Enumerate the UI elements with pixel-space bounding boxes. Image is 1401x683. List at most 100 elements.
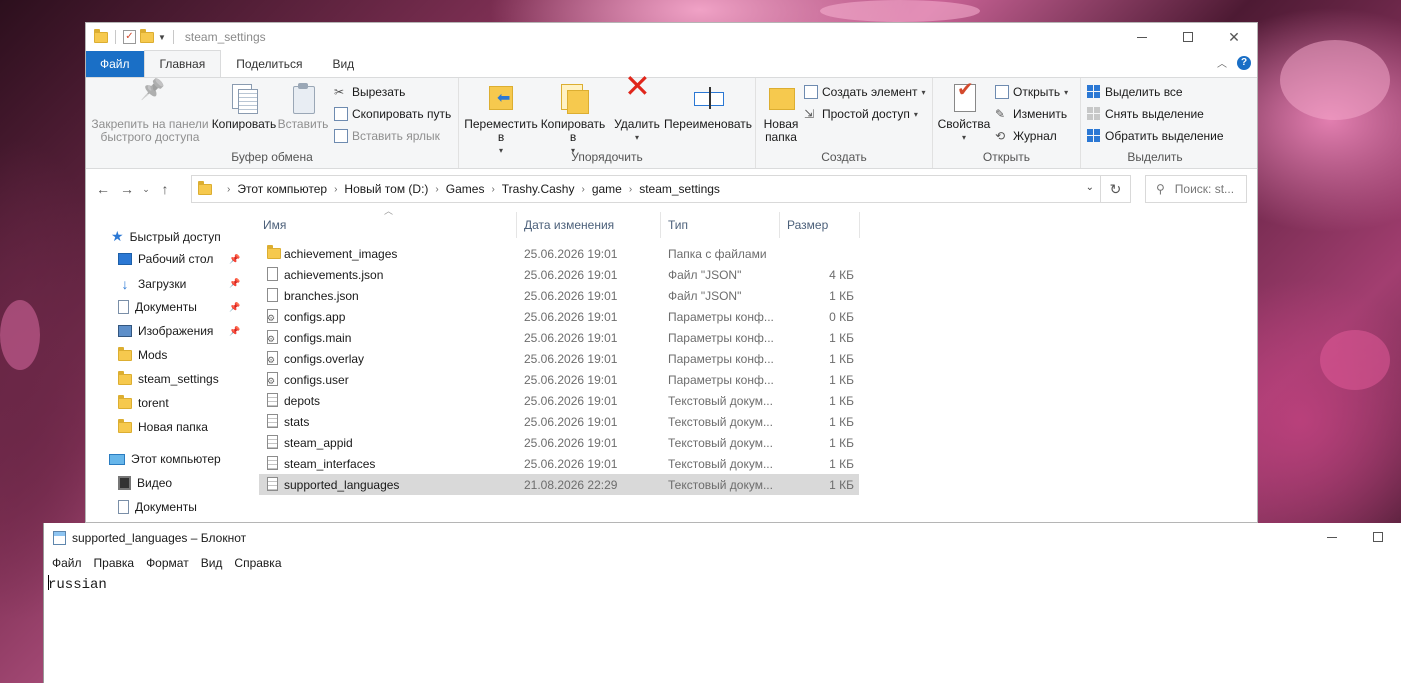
select-all-button[interactable]: Выделить все — [1087, 85, 1183, 99]
collapse-ribbon-icon[interactable]: ︿ — [1217, 55, 1227, 70]
table-row[interactable]: configs.app 25.06.2026 19:01 Параметры кон… — [259, 306, 859, 327]
nav-item-downloads[interactable]: ↓ Загрузки — [118, 276, 187, 292]
column-divider[interactable] — [859, 212, 860, 238]
search-input[interactable]: ⚲ Поиск: st... — [1145, 175, 1247, 203]
tab-home[interactable]: Главная — [143, 50, 222, 77]
select-none-button[interactable]: Снять выделение — [1087, 107, 1204, 121]
nav-item-pictures[interactable]: Изображения — [118, 324, 213, 338]
table-row[interactable]: achievements.json 25.06.2026 19:01 Файл "J… — [259, 264, 859, 285]
breadcrumb-games[interactable]: Games — [446, 182, 485, 196]
easy-access-button[interactable]: ⇲ Простой доступ ▾ — [804, 107, 918, 121]
menu-file[interactable]: Файл — [46, 556, 88, 570]
menu-view[interactable]: Вид — [195, 556, 229, 570]
column-header-size[interactable]: Размер — [783, 212, 858, 238]
table-row[interactable]: configs.overlay 25.06.2026 19:01 Параметры… — [259, 348, 859, 369]
breadcrumb-separator-icon[interactable]: › — [491, 184, 494, 195]
table-row[interactable]: configs.user 25.06.2026 19:01 Параметры ко… — [259, 369, 859, 390]
maximize-button[interactable] — [1165, 23, 1211, 51]
select-all-label: Выделить все — [1105, 85, 1183, 99]
breadcrumb-separator-icon[interactable]: › — [435, 184, 438, 195]
new-item-button[interactable]: Создать элемент ▾ — [804, 85, 926, 99]
nav-item-pc-documents[interactable]: Документы — [118, 500, 197, 514]
nav-quick-access-label: Быстрый доступ — [129, 229, 221, 244]
back-arrow-icon[interactable]: ← — [91, 181, 115, 197]
breadcrumb-this-pc[interactable]: Этот компьютер — [237, 182, 327, 196]
customize-qat-dropdown-icon[interactable]: ▼ — [158, 33, 166, 42]
cut-button[interactable]: ✂ Вырезать — [334, 85, 405, 99]
refresh-button[interactable]: ↻ — [1101, 175, 1131, 203]
breadcrumb-separator-icon[interactable]: › — [581, 184, 584, 195]
paste-shortcut-button[interactable]: Вставить ярлык — [334, 129, 440, 143]
nav-quick-access[interactable]: ★ Быстрый доступ — [111, 228, 221, 245]
file-name: supported_languages — [284, 477, 400, 492]
select-none-label: Снять выделение — [1105, 107, 1204, 121]
recent-locations-dropdown-icon[interactable]: ⌄ — [139, 184, 153, 195]
new-folder-qat-icon[interactable] — [140, 28, 154, 43]
notepad-maximize-button[interactable] — [1355, 523, 1401, 551]
menu-format[interactable]: Формат — [140, 556, 195, 570]
table-row[interactable]: configs.main 25.06.2026 19:01 Параметры ко… — [259, 327, 859, 348]
column-header-date[interactable]: Дата изменения — [520, 212, 660, 238]
breadcrumb-separator-icon[interactable]: › — [629, 184, 632, 195]
tab-share[interactable]: Поделиться — [221, 51, 317, 77]
column-divider[interactable] — [516, 212, 517, 238]
breadcrumb-game[interactable]: game — [592, 182, 622, 196]
nav-item-desktop[interactable]: Рабочий стол — [118, 252, 213, 266]
breadcrumb-drive-d[interactable]: Новый том (D:) — [344, 182, 428, 196]
address-bar[interactable]: › Этот компьютер › Новый том (D:) › Game… — [191, 175, 1101, 203]
nav-item-documents[interactable]: Документы — [118, 300, 197, 314]
nav-item-mods[interactable]: Mods — [118, 346, 167, 362]
breadcrumb-separator-icon[interactable]: › — [334, 184, 337, 195]
properties-qat-icon[interactable]: ✓ — [123, 30, 136, 44]
edit-button[interactable]: ✎ Изменить — [995, 107, 1067, 121]
paste-button[interactable]: Вставить — [278, 82, 328, 131]
delete-button[interactable]: Удалить ▾ — [613, 80, 661, 144]
wallpaper-blossom — [1320, 330, 1390, 390]
nav-this-pc[interactable]: Этот компьютер — [109, 452, 221, 466]
table-row[interactable]: steam_interfaces 25.06.2026 19:01 Текстовы… — [259, 453, 859, 474]
table-row[interactable]: stats 25.06.2026 19:01 Текстовый докум... 1… — [259, 411, 859, 432]
tab-file[interactable]: Файл — [86, 51, 144, 77]
nav-item-new-folder[interactable]: Новая папка — [118, 418, 208, 434]
breadcrumb-trashy-cashy[interactable]: Trashy.Cashy — [502, 182, 575, 196]
table-row[interactable]: achievement_images 25.06.2026 19:01 Папка … — [259, 243, 859, 264]
rename-button[interactable]: Переименовать — [662, 82, 754, 131]
properties-button[interactable]: Свойства ▾ — [937, 82, 991, 144]
paste-shortcut-icon — [334, 129, 348, 143]
table-row[interactable]: branches.json 25.06.2026 19:01 Файл "JSON"… — [259, 285, 859, 306]
open-button[interactable]: Открыть ▾ — [995, 85, 1068, 99]
column-header-name[interactable]: Имя — [259, 212, 514, 238]
pin-quick-access-button[interactable]: Закрепить на панели быстрого доступа — [91, 82, 209, 144]
column-header-type[interactable]: Тип — [664, 212, 779, 238]
copy-path-button[interactable]: Скопировать путь — [334, 107, 451, 121]
history-button[interactable]: ⟲ Журнал — [995, 129, 1057, 143]
forward-arrow-icon[interactable]: → — [115, 181, 139, 197]
breadcrumb-steam-settings[interactable]: steam_settings — [639, 182, 720, 196]
menu-help[interactable]: Справка — [228, 556, 287, 570]
file-size: 1 КБ — [829, 330, 854, 345]
column-divider[interactable] — [779, 212, 780, 238]
invert-selection-button[interactable]: Обратить выделение — [1087, 129, 1224, 143]
new-folder-button[interactable]: Новая папка — [760, 82, 802, 144]
column-divider[interactable] — [660, 212, 661, 238]
copy-button[interactable]: Копировать — [211, 82, 277, 131]
move-to-button[interactable]: Переместить в ▾ — [464, 82, 538, 157]
tab-view[interactable]: Вид — [317, 51, 369, 77]
folder-icon — [267, 245, 281, 259]
close-button[interactable]: ✕ — [1211, 23, 1257, 51]
address-history-dropdown-icon[interactable]: ⌄ — [1086, 182, 1094, 193]
help-icon[interactable]: ? — [1237, 55, 1251, 70]
nav-item-steam-settings[interactable]: steam_settings — [118, 370, 219, 386]
table-row[interactable]: supported_languages 21.08.2026 22:29 Текст… — [259, 474, 859, 495]
table-row[interactable]: depots 25.06.2026 19:01 Текстовый докум...… — [259, 390, 859, 411]
copy-to-button[interactable]: Копировать в ▾ — [539, 82, 607, 157]
notepad-text-area[interactable]: russian — [48, 575, 1401, 683]
notepad-minimize-button[interactable] — [1309, 523, 1355, 551]
table-row[interactable]: steam_appid 25.06.2026 19:01 Текстовый док… — [259, 432, 859, 453]
breadcrumb-separator-icon[interactable]: › — [227, 184, 230, 195]
nav-item-torent[interactable]: torent — [118, 394, 169, 410]
nav-item-videos[interactable]: Видео — [118, 476, 172, 490]
menu-edit[interactable]: Правка — [88, 556, 141, 570]
up-arrow-icon[interactable]: ↑ — [153, 181, 177, 197]
minimize-button[interactable] — [1119, 23, 1165, 51]
